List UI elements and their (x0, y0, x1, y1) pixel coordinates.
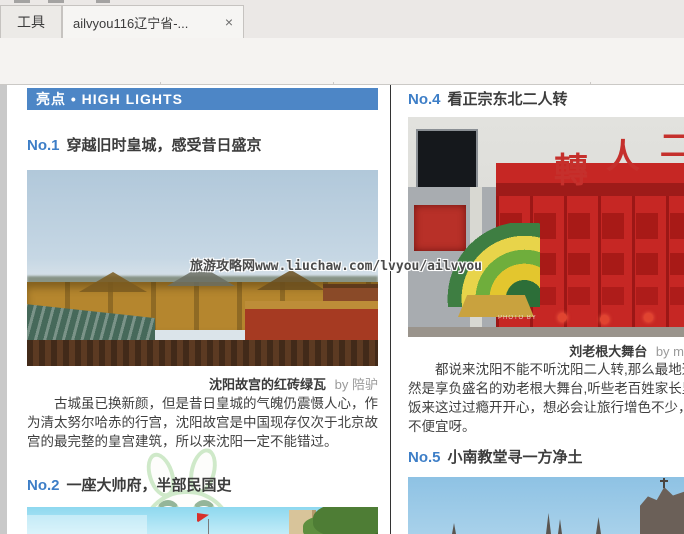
tab-bar: 工具 ailvyou116辽宁省-... × (0, 0, 684, 38)
caption-author: by m (656, 344, 684, 359)
sky-haze (27, 515, 147, 534)
section-heading-no5: No.5 小南教堂寻一方净土 (408, 446, 583, 467)
marshal-mansion-photo (27, 507, 378, 534)
section-heading-no1: No.1 穿越旧时皇城，感受昔日盛京 (27, 134, 262, 155)
pdf-reader-window: 工具 ailvyou116辽宁省-... × (0, 0, 684, 534)
church-spire (596, 517, 601, 534)
document-page: 亮点 • HIGH LIGHTS No.1 穿越旧时皇城，感受昔日盛京 沈阳故宫的… (0, 85, 684, 534)
mansion-tower (289, 510, 316, 534)
walkway (408, 327, 684, 337)
roof-gable (79, 272, 147, 292)
menu-artifact (14, 0, 30, 3)
red-lantern (644, 313, 653, 322)
menu-artifact (48, 0, 64, 3)
sign-character: 人 (606, 129, 640, 178)
red-lantern (600, 315, 609, 324)
tab-document[interactable]: ailvyou116辽宁省-... × (62, 5, 244, 38)
section-title: 看正宗东北二人转 (448, 91, 568, 108)
south-cathedral-photo (408, 477, 684, 534)
section-number: No.1 (27, 137, 60, 154)
cathedral-tower (640, 487, 684, 534)
section-title: 小南教堂寻一方净土 (448, 449, 583, 466)
foreground-roof (27, 340, 378, 366)
sign-character: 轉 (554, 143, 588, 192)
caption-title: 刘老根大舞台 (569, 344, 647, 359)
tab-document-label: ailvyou116辽宁省-... (73, 13, 217, 32)
section-heading-no2: No.2 一座大帅府，半部民国史 (27, 474, 232, 495)
page-margin (0, 85, 7, 534)
site-watermark: 旅游攻略网www.liuchaw.com/lvyou/ailvyou (190, 255, 482, 274)
sign-character: 二 (660, 121, 684, 165)
church-spire (546, 513, 551, 534)
toolbar: / 14 99.1% (0, 38, 684, 85)
section-title: 穿越旧时皇城，感受昔日盛京 (67, 137, 262, 154)
section4-body-line: 都说来沈阳不能不听沈阳二人转,那么最地道的去处 (408, 360, 684, 379)
wall-coping (245, 301, 378, 309)
section4-body-line: 饭来这过过瘾开开心，想必会让旅行增色不少，不过 (408, 398, 684, 417)
photo-credit: PHOTO BY (498, 315, 537, 321)
scaffold-bar (496, 183, 684, 196)
trees (313, 507, 378, 534)
section1-body: 古城虽已换新颜，但是昔日皇城的气魄仍震慑人心，作为清太努尔哈赤的行宫，沈阳故宫是… (27, 394, 378, 451)
tab-tools[interactable]: 工具 (0, 5, 62, 38)
section-number: No.2 (27, 477, 60, 494)
column-divider (390, 85, 391, 534)
section4-body-line: 不便宜呀。 (408, 417, 476, 436)
caption-author: by 陪驴 (335, 377, 378, 392)
caption-title: 沈阳故宫的红砖绿瓦 (209, 377, 326, 392)
golden-roof (458, 295, 534, 317)
liulaogen-stage-photo: 轉 人 二 PHOTO BY (408, 117, 684, 337)
tab-tools-label: 工具 (17, 12, 45, 32)
church-spire (452, 523, 456, 534)
section-heading-no4: No.4 看正宗东北二人转 (408, 88, 568, 109)
highlights-banner: 亮点 • HIGH LIGHTS (27, 88, 378, 110)
section-number: No.5 (408, 449, 441, 466)
photo1-caption: 沈阳故宫的红砖绿瓦 by 陪驴 (27, 374, 378, 393)
menu-artifact (96, 0, 110, 3)
section-title: 一座大帅府，半部民国史 (67, 477, 232, 494)
section-number: No.4 (408, 91, 441, 108)
section4-body-line: 然是享负盛名的劝老根大舞台,听些老百姓家长里短的 (408, 379, 684, 398)
red-lantern (558, 313, 567, 322)
cross (663, 478, 665, 488)
church-spire (558, 519, 562, 534)
photo4-caption: 刘老根大舞台 by m (408, 341, 684, 360)
close-icon[interactable]: × (225, 15, 233, 29)
flag-pole (208, 519, 209, 534)
